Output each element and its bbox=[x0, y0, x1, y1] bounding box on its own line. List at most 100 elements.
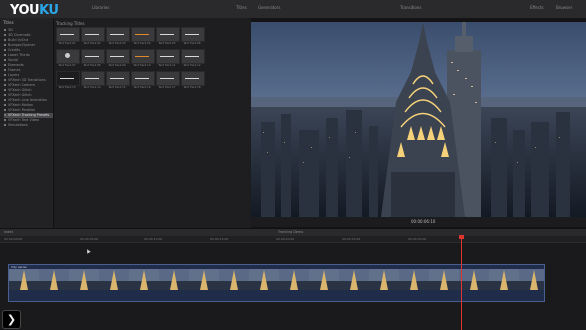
title-thumbnail[interactable] bbox=[56, 27, 80, 42]
title-thumbnail-label: Text Track 07 bbox=[58, 64, 76, 67]
ruler-tick: 00:00:30:00 bbox=[408, 237, 427, 241]
folder-icon bbox=[4, 59, 6, 61]
title-thumbnail[interactable] bbox=[131, 49, 155, 64]
title-preview-mark bbox=[185, 34, 199, 35]
effects-tab[interactable]: Effects bbox=[530, 5, 544, 10]
timeline-ruler[interactable]: 00:00:00:00 00:00:05:00 00:00:10:00 00:0… bbox=[0, 236, 586, 243]
filmstrip-frame bbox=[489, 269, 519, 290]
title-thumbnail[interactable] bbox=[106, 27, 130, 42]
sidebar-item-label: Credits bbox=[8, 48, 20, 52]
title-thumbnail[interactable] bbox=[131, 27, 155, 42]
skip-forward-button[interactable]: ❯ bbox=[2, 310, 21, 329]
title-thumbnail-label: Text Track 04 bbox=[133, 42, 151, 45]
sidebar-item-label: Social bbox=[8, 58, 19, 62]
playhead[interactable] bbox=[461, 236, 462, 330]
title-preview-mark bbox=[160, 78, 174, 79]
viewer-timecode: 00:00:06:10 bbox=[411, 219, 436, 224]
filmstrip-frame bbox=[399, 269, 429, 290]
sidebar-item-label: Frames bbox=[8, 68, 21, 72]
title-thumbnail[interactable] bbox=[106, 71, 130, 86]
title-preview-mark bbox=[135, 34, 149, 35]
title-thumbnail[interactable] bbox=[106, 49, 130, 64]
titles-browser: Tracking Titles Text Track 01 Text Track … bbox=[54, 18, 250, 228]
folder-icon bbox=[4, 39, 6, 41]
folder-icon bbox=[4, 109, 6, 111]
sidebar-item[interactable]: Simulations bbox=[4, 123, 53, 128]
folder-icon bbox=[4, 124, 6, 126]
top-toolbar: YOUKU Libraries Titles Generators Transi… bbox=[0, 0, 586, 19]
filmstrip-frame bbox=[9, 269, 39, 290]
title-preview-mark bbox=[185, 78, 199, 79]
title-thumbnail-label: Text Track 09 bbox=[108, 64, 126, 67]
title-thumbnail[interactable] bbox=[181, 49, 205, 64]
title-thumbnail-label: Text Track 03 bbox=[108, 42, 126, 45]
filmstrip-frame bbox=[309, 269, 339, 290]
sidebar-item-label: 3D bbox=[8, 28, 13, 32]
title-preview-mark bbox=[135, 78, 149, 79]
title-preview-mark bbox=[85, 78, 99, 79]
title-thumbnail[interactable] bbox=[156, 27, 180, 42]
title-preview-mark bbox=[160, 56, 174, 57]
transitions-tab[interactable]: Transitions bbox=[400, 5, 421, 10]
title-thumbnail[interactable] bbox=[56, 71, 80, 86]
title-preview-mark bbox=[65, 53, 70, 58]
titles-sidebar: Titles 3D 3D Cinematic Build In/Out Bumper/… bbox=[0, 18, 54, 228]
title-preview-mark bbox=[85, 34, 99, 35]
sidebar-item-label: Elements bbox=[8, 63, 24, 67]
title-thumbnail-label: Text Track 01 bbox=[58, 42, 76, 45]
title-thumbnail[interactable] bbox=[81, 49, 105, 64]
ruler-tick: 00:00:15:00 bbox=[210, 237, 229, 241]
sidebar-item-label: VFXech Tracking Presets bbox=[8, 113, 50, 117]
title-preview-mark bbox=[110, 78, 124, 79]
title-thumbnail-label: Text Track 02 bbox=[83, 42, 101, 45]
filmstrip-frame bbox=[369, 269, 399, 290]
title-thumbnail-label: Text Track 14 bbox=[83, 86, 101, 89]
browser-title: Tracking Titles bbox=[56, 21, 85, 26]
title-thumbnail[interactable] bbox=[56, 49, 80, 64]
timeline-clip[interactable]: City Aerial bbox=[8, 264, 545, 302]
playhead-handle[interactable] bbox=[459, 235, 464, 239]
sidebar-item-label: VFXech Motion bbox=[8, 103, 34, 107]
filmstrip-frame bbox=[249, 269, 279, 290]
title-thumbnail[interactable] bbox=[181, 27, 205, 42]
sidebar-heading: Titles bbox=[3, 20, 14, 25]
folder-icon bbox=[4, 44, 6, 46]
clip-filmstrip bbox=[9, 269, 544, 290]
filmstrip-frame bbox=[459, 269, 489, 290]
folder-icon bbox=[4, 74, 6, 76]
title-thumbnail[interactable] bbox=[181, 71, 205, 86]
sidebar-item-label: VFXech Parallax bbox=[8, 108, 36, 112]
browser-tab[interactable]: Browser bbox=[556, 5, 572, 10]
sidebar-item-label: VFXech 3D Transitions bbox=[8, 78, 46, 82]
sidebar-item-label: VFXech Glitch bbox=[8, 88, 32, 92]
folder-icon bbox=[4, 49, 6, 51]
index-button[interactable]: Index bbox=[4, 230, 13, 234]
viewer-frame bbox=[251, 22, 586, 217]
folder-icon bbox=[4, 84, 6, 86]
title-thumbnail-label: Text Track 13 bbox=[58, 86, 76, 89]
title-thumbnail[interactable] bbox=[156, 49, 180, 64]
title-preview-mark bbox=[135, 56, 149, 57]
generators-tab[interactable]: Generators bbox=[258, 5, 280, 10]
title-preview-mark bbox=[185, 56, 199, 57]
folder-icon bbox=[4, 89, 6, 91]
titles-tab[interactable]: Titles bbox=[236, 5, 247, 10]
project-name: Tracking Demo bbox=[278, 230, 304, 234]
sidebar-item-label: Lower Thirds bbox=[8, 53, 30, 57]
youku-watermark-logo: YOUKU bbox=[10, 3, 59, 18]
folder-icon bbox=[4, 94, 6, 96]
title-thumbnail-label: Text Track 18 bbox=[183, 86, 201, 89]
folder-icon bbox=[4, 79, 6, 81]
libraries-tab[interactable]: Libraries bbox=[92, 5, 109, 10]
filmstrip-frame bbox=[99, 269, 129, 290]
title-preview-mark bbox=[110, 56, 124, 57]
ruler-tick: 00:00:00:00 bbox=[4, 237, 23, 241]
title-thumbnail-label: Text Track 16 bbox=[133, 86, 151, 89]
filmstrip-frame bbox=[159, 269, 189, 290]
title-thumbnail[interactable] bbox=[81, 27, 105, 42]
title-thumbnail[interactable] bbox=[156, 71, 180, 86]
title-preview-mark bbox=[60, 34, 74, 35]
filmstrip-frame bbox=[129, 269, 159, 290]
title-thumbnail[interactable] bbox=[131, 71, 155, 86]
title-thumbnail[interactable] bbox=[81, 71, 105, 86]
